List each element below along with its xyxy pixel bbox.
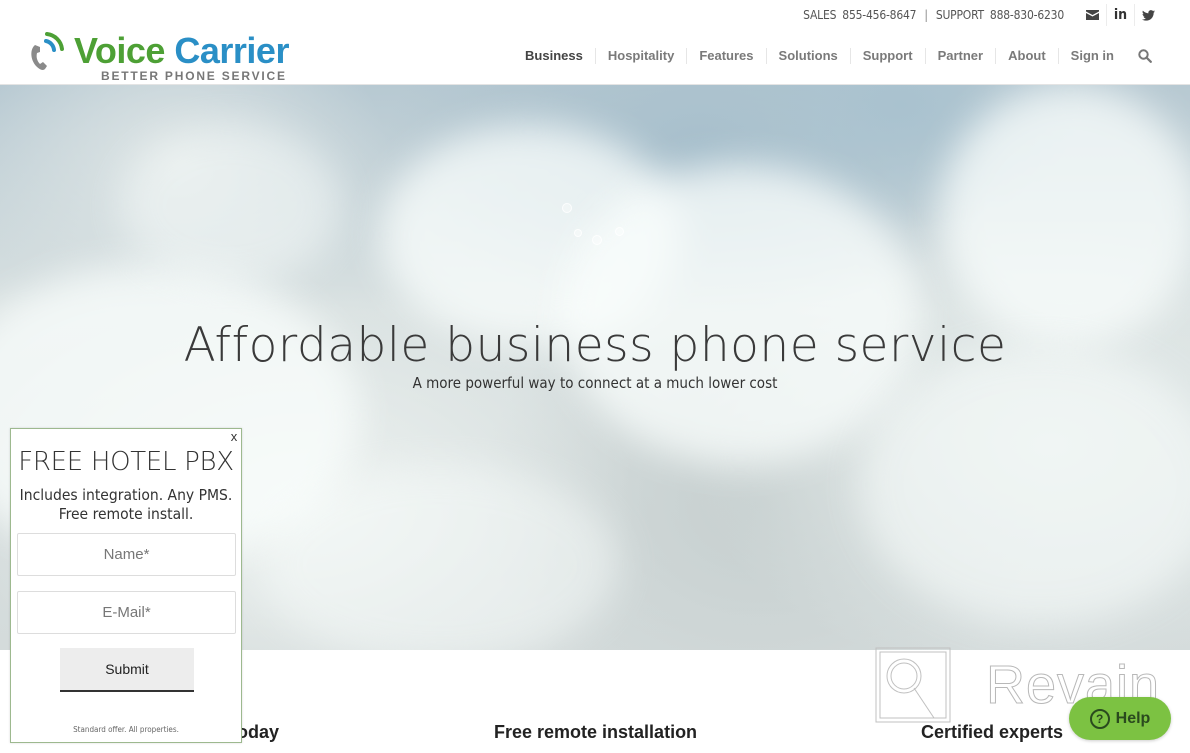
cloud-shape [120, 125, 340, 285]
feature-title: Free remote installation [494, 722, 698, 742]
name-input[interactable] [17, 533, 236, 576]
hero-title: Affordable business phone service [183, 318, 1007, 373]
linkedin-icon[interactable]: in [1106, 4, 1134, 26]
hotel-pbx-popup: x FREE HOTEL PBX Includes integration. A… [10, 428, 242, 743]
hero-subtitle: A more powerful way to connect at a much… [412, 374, 778, 392]
sales-phone[interactable]: 855-456-8647 [842, 8, 916, 22]
nav-item-support[interactable]: Support [849, 48, 925, 64]
top-contact-bar: SALES 855-456-8647 | SUPPORT 888-830-623… [803, 4, 1162, 26]
popup-title: FREE HOTEL PBX [18, 447, 234, 477]
lens-flare [574, 229, 582, 237]
popup-subtitle-line: Free remote install. [58, 505, 194, 523]
submit-button[interactable]: Submit [60, 648, 194, 692]
brand-carrier: Carrier [174, 30, 289, 71]
nav-item-solutions[interactable]: Solutions [765, 48, 850, 64]
nav-item-partner[interactable]: Partner [924, 48, 996, 64]
sales-label: SALES [803, 8, 837, 22]
support-label: SUPPORT [935, 8, 984, 22]
voice-carrier-logo[interactable]: Voice Carrier BETTER PHONE SERVICE [26, 31, 306, 85]
main-nav: Business Hospitality Features Solutions … [513, 44, 1154, 68]
search-icon[interactable] [1136, 47, 1154, 65]
popup-subtitle-line: Includes integration. Any PMS. [19, 486, 233, 504]
nav-item-about[interactable]: About [995, 48, 1058, 64]
linkedin-glyph: in [1113, 7, 1128, 23]
email-input[interactable] [17, 591, 236, 634]
help-button[interactable]: ? Help [1069, 697, 1171, 740]
email-icon[interactable] [1078, 4, 1106, 26]
brand-tagline: BETTER PHONE SERVICE [101, 69, 287, 83]
cloud-shape [940, 85, 1190, 345]
brand-name: Voice Carrier [74, 31, 289, 71]
support-phone[interactable]: 888-830-6230 [990, 8, 1064, 22]
contact-info: SALES 855-456-8647 | SUPPORT 888-830-623… [803, 8, 1064, 22]
help-label: Help [1115, 709, 1151, 727]
twitter-icon[interactable] [1134, 4, 1162, 26]
close-icon[interactable]: x [228, 429, 240, 444]
lens-flare [592, 235, 602, 245]
help-question-icon: ? [1089, 708, 1110, 729]
nav-item-hospitality[interactable]: Hospitality [594, 48, 686, 64]
brand-voice: Voice [74, 30, 165, 71]
popup-subtitle: Includes integration. Any PMS. Free remo… [11, 486, 241, 524]
nav-item-business[interactable]: Business [513, 48, 595, 64]
phone-signal-icon [31, 32, 64, 70]
popup-fine-print: Standard offer. All properties. [73, 725, 179, 734]
contact-separator: | [924, 8, 928, 22]
feature-title: Certified experts [921, 722, 1064, 742]
cloud-shape [260, 465, 620, 650]
cloud-shape [560, 165, 920, 465]
site-header: SALES 855-456-8647 | SUPPORT 888-830-623… [0, 0, 1190, 85]
social-links: in [1078, 4, 1162, 26]
nav-item-features[interactable]: Features [686, 48, 765, 64]
lens-flare [615, 227, 624, 236]
nav-item-sign-in[interactable]: Sign in [1057, 48, 1126, 64]
lens-flare [562, 203, 572, 213]
